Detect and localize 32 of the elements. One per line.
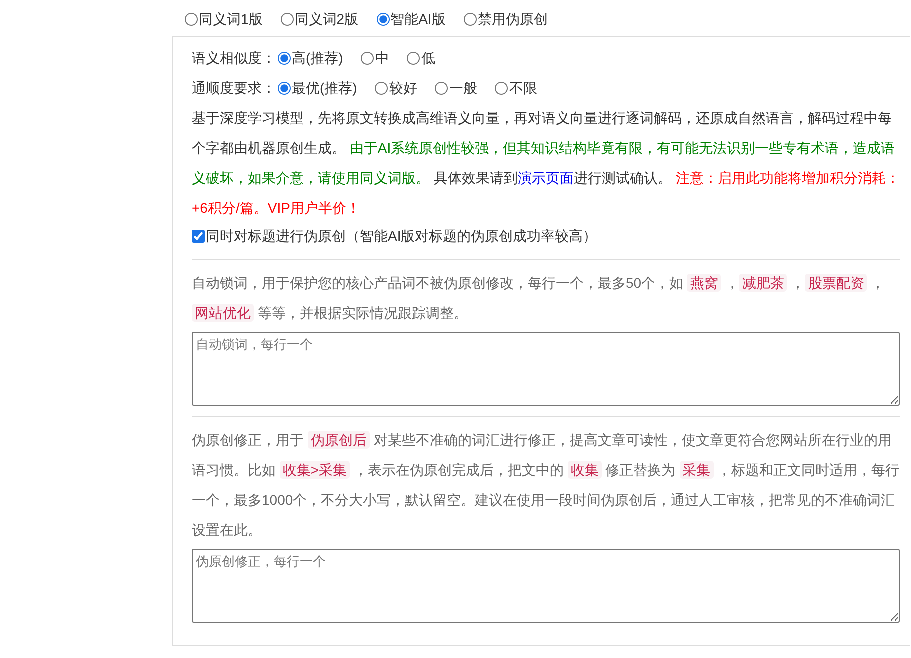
- radio-button[interactable]: [185, 12, 198, 26]
- option-label: 智能AI版: [390, 10, 446, 29]
- option-label: 同义词2版: [294, 10, 359, 29]
- radio-button[interactable]: [361, 52, 374, 64]
- section-description: 自动锁词，用于保护您的核心产品词不被伪原创修改，每行一个，最多50个，如 燕窝 ， 减肥茶 ， 股票配资 ， 网站优化 等等，并根据实际情况跟踪调整。: [192, 273, 886, 324]
- demo-page-link[interactable]: 演示页面: [518, 170, 574, 186]
- radio-button[interactable]: [278, 52, 291, 64]
- radio-button[interactable]: [278, 82, 291, 94]
- radio-button[interactable]: [376, 12, 390, 26]
- option-label: 一般: [449, 79, 478, 98]
- option-label: 较好: [389, 79, 418, 98]
- checkbox-label: 同时对标题进行伪原创（智能AI版对标题的伪原创成功率较高）: [206, 227, 598, 246]
- radio-button[interactable]: [280, 12, 294, 26]
- option-label: 中: [375, 49, 390, 68]
- ai-description: 基于深度学习模型，先将原文转换成高维语义向量，再对语义向量进行逐词解码，还原成自然语言，解码过程中每个字都由机器原创生成。 由于AI系统原创性较强，但其知识结构毕竟有限，有可能无法识别一些专有术语，造成语义破坏，如果介意，请使用同义词版。 具体效果请到演示页面进行测试确认。 注意：启用此功能将增加积分消耗：+6积分/篇。VIP用户半价！: [192, 109, 900, 218]
- input-field[interactable]: 伪原创修正，每行一个: [192, 549, 900, 623]
- setting-label: 语义相似度：: [192, 49, 276, 68]
- radio-button[interactable]: [435, 82, 448, 94]
- radio-button[interactable]: [495, 82, 508, 94]
- radio-button[interactable]: [464, 12, 477, 26]
- option-label: 最优(推荐): [292, 79, 358, 98]
- radio-button[interactable]: [375, 82, 388, 94]
- radio-button[interactable]: [407, 52, 420, 64]
- input-field[interactable]: 自动锁词，每行一个: [192, 332, 900, 406]
- checkbox[interactable]: [192, 230, 205, 242]
- option-label: 高(推荐): [292, 49, 344, 68]
- option-label: 低: [421, 49, 436, 68]
- option-label: 禁用伪原创: [478, 10, 548, 29]
- setting-label: 通顺度要求：: [192, 79, 276, 98]
- option-label: 不限: [509, 79, 538, 98]
- option-label: 同义词1版: [199, 10, 263, 29]
- section-description: 伪原创修正，用于 伪原创后 对某些不准确的词汇进行修正，提高文章可读性，使文章更符合您网站所在行业的用语习惯。比如 收集>采集 ，表示在伪原创完成后，把文中的 收集 修正替换为 采集 ，标题和正文同时适用，每行一个，最多1000个，不分大小写，默认留空。建议在使用一段时间伪原创后，通过人工审核，把常见的不准确词汇设置在此。: [192, 430, 900, 540]
